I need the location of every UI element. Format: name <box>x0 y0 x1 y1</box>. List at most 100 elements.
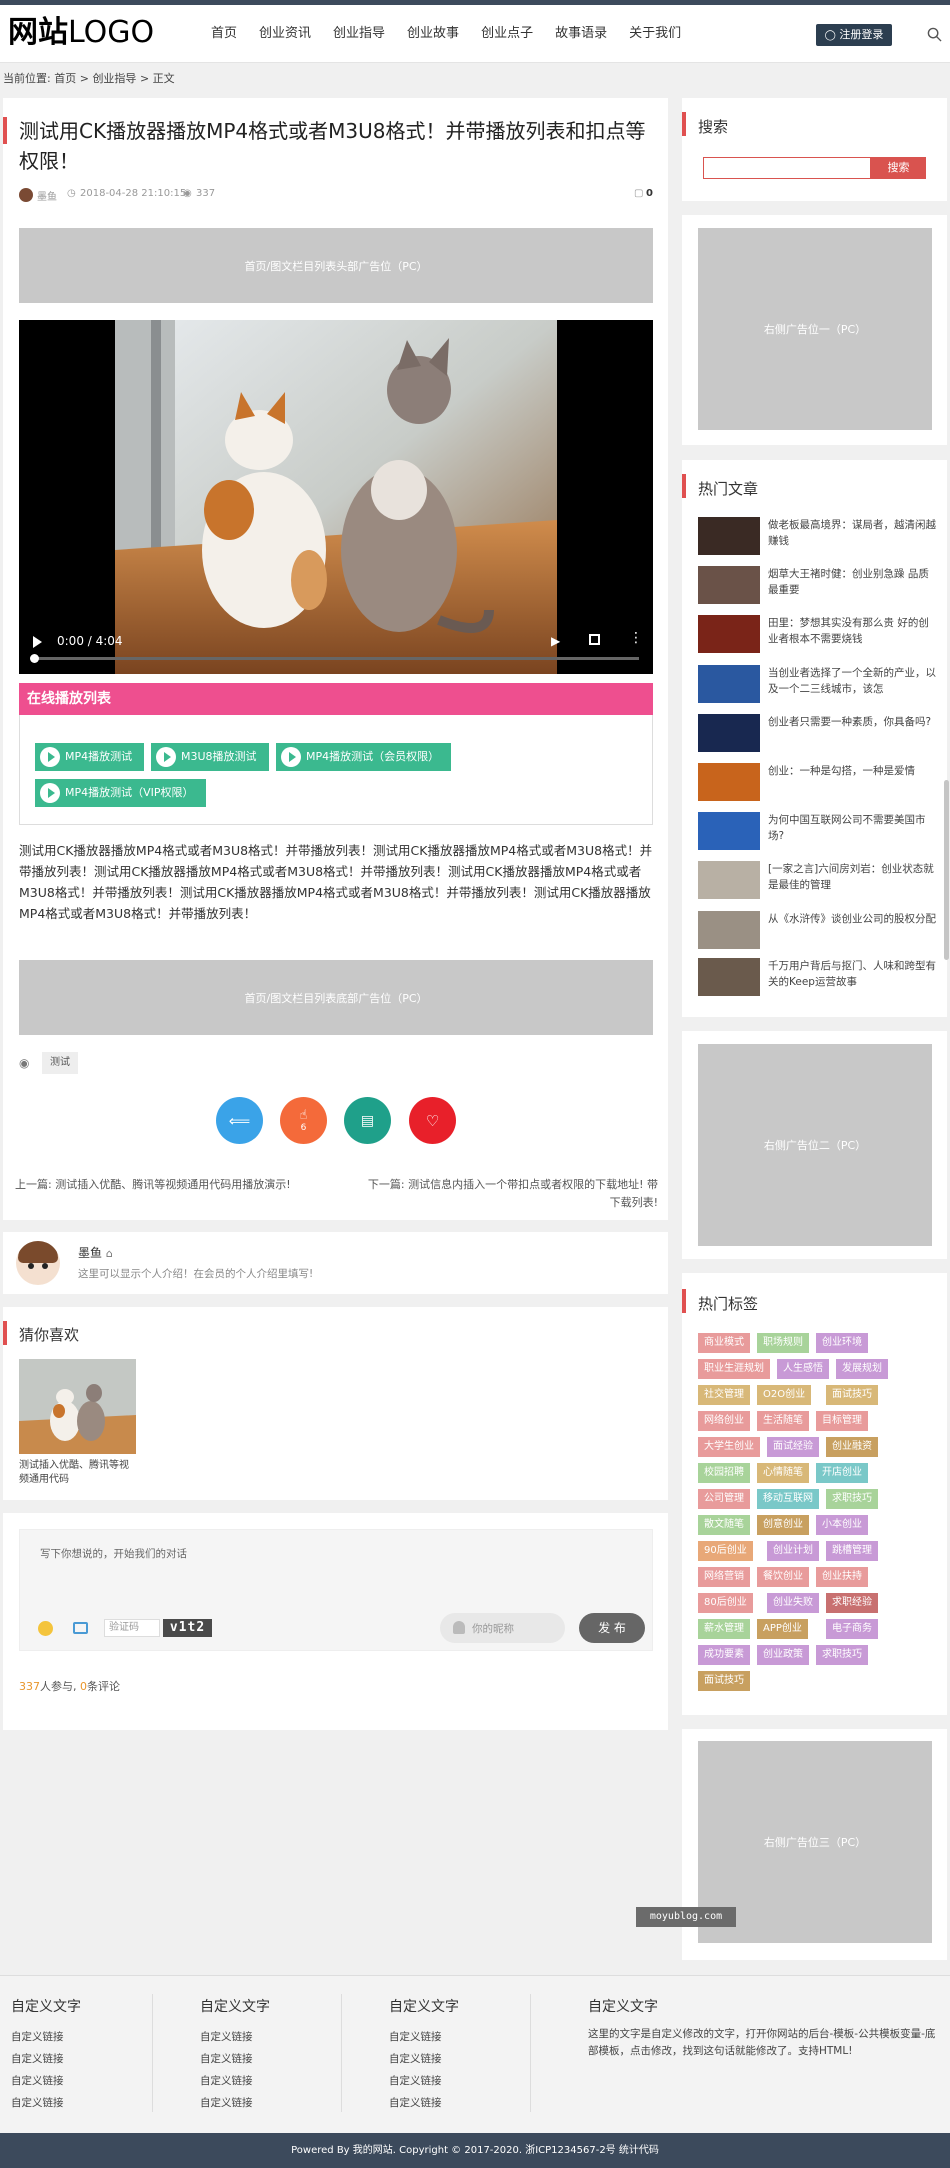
hot-article-title[interactable]: 当创业者选择了一个全新的产业，以及一个二三线城市，该怎 <box>768 665 938 697</box>
tag-link[interactable]: 校园招聘 <box>698 1463 750 1483</box>
footer-link[interactable]: 自定义链接 <box>200 2070 270 2092</box>
breadcrumb-home[interactable]: 首页 <box>54 72 76 85</box>
footer-link[interactable]: 自定义链接 <box>389 2026 459 2048</box>
page-scrollbar[interactable] <box>944 780 949 960</box>
tag-link[interactable]: 创业失败 <box>767 1593 819 1613</box>
tag-link[interactable]: 成功要素 <box>698 1645 750 1665</box>
tag-link[interactable]: 职业生涯规划 <box>698 1359 770 1379</box>
footer-link[interactable]: 自定义链接 <box>389 2070 459 2092</box>
tag-link[interactable]: 90后创业 <box>698 1541 753 1561</box>
nav-about[interactable]: 关于我们 <box>618 5 692 63</box>
tag-link[interactable]: 跳槽管理 <box>826 1541 878 1561</box>
register-login-button[interactable]: ◯ 注册登录 <box>816 24 892 46</box>
nav-home[interactable]: 首页 <box>200 5 248 63</box>
hot-article-item[interactable]: 创业者只需要一种素质，你具备吗? <box>698 714 938 754</box>
nav-quotes[interactable]: 故事语录 <box>544 5 618 63</box>
author-name[interactable]: 墨鱼 ⌂ <box>78 1244 113 1261</box>
tag-link[interactable]: 小本创业 <box>816 1515 868 1535</box>
hot-article-item[interactable]: 创业：一种是勾搭，一种是爱情 <box>698 763 938 803</box>
hot-article-item[interactable]: [一家之言]六间房刘岩：创业状态就是最佳的管理 <box>698 861 938 901</box>
hot-article-thumbnail[interactable] <box>698 763 760 801</box>
guess-thumbnail[interactable] <box>19 1359 136 1454</box>
hot-article-thumbnail[interactable] <box>698 665 760 703</box>
ad-bottom-banner[interactable]: 首页/图文栏目列表底部广告位（PC） <box>19 960 653 1035</box>
prev-article[interactable]: 上一篇: 测试插入优酷、腾讯等视频通用代码用播放演示! <box>15 1176 315 1194</box>
nickname-input[interactable]: 你的昵称 <box>440 1613 565 1643</box>
tag-link[interactable]: 80后创业 <box>698 1593 753 1613</box>
tag-link[interactable]: 目标管理 <box>816 1411 868 1431</box>
volume-icon[interactable]: ▶ <box>551 634 560 648</box>
hot-article-item[interactable]: 做老板最高境界：谋局者，越清闲越赚钱 <box>698 517 938 557</box>
hot-article-thumbnail[interactable] <box>698 861 760 899</box>
hot-article-title[interactable]: 创业：一种是勾搭，一种是爱情 <box>768 763 938 779</box>
video-progress-track[interactable] <box>33 657 639 660</box>
author-link[interactable]: 墨鱼 <box>37 188 57 203</box>
hot-article-thumbnail[interactable] <box>698 566 760 604</box>
footer-link[interactable]: 自定义链接 <box>11 2048 81 2070</box>
tag-link[interactable]: 电子商务 <box>826 1619 878 1639</box>
tag-link[interactable]: 心情随笔 <box>757 1463 809 1483</box>
tag-link[interactable]: 创业政策 <box>757 1645 809 1665</box>
nav-news[interactable]: 创业资讯 <box>248 5 322 63</box>
hot-article-item[interactable]: 烟草大王褚时健：创业别急躁 品质最重要 <box>698 566 938 606</box>
site-logo[interactable]: 网站LOGO <box>8 15 154 51</box>
tag-link[interactable]: 公司管理 <box>698 1489 750 1509</box>
guess-item-title[interactable]: 测试插入优酷、腾讯等视频通用代码 <box>19 1459 134 1487</box>
hot-article-thumbnail[interactable] <box>698 911 760 949</box>
tag-link[interactable]: 面试技巧 <box>826 1385 878 1405</box>
tag-link[interactable]: 餐饮创业 <box>757 1567 809 1587</box>
search-icon[interactable] <box>927 27 942 42</box>
nav-guide[interactable]: 创业指导 <box>322 5 396 63</box>
tag-link[interactable]: 大学生创业 <box>698 1437 760 1457</box>
hot-article-item[interactable]: 从《水浒传》谈创业公司的股权分配 <box>698 911 938 951</box>
author-avatar[interactable] <box>16 1241 60 1285</box>
play-icon[interactable] <box>33 636 42 648</box>
next-article[interactable]: 下一篇: 测试信息内插入一个带扣点或者权限的下载地址! 带下载列表! <box>358 1176 658 1212</box>
tag-link[interactable]: 求职技巧 <box>826 1489 878 1509</box>
hot-article-title[interactable]: 做老板最高境界：谋局者，越清闲越赚钱 <box>768 517 938 549</box>
hot-article-thumbnail[interactable] <box>698 714 760 752</box>
footer-link[interactable]: 自定义链接 <box>200 2048 270 2070</box>
emoji-icon[interactable] <box>38 1621 53 1636</box>
tag-link[interactable]: 发展规划 <box>836 1359 888 1379</box>
article-tag[interactable]: 测试 <box>42 1052 78 1074</box>
footer-link[interactable]: 自定义链接 <box>389 2092 459 2114</box>
playlist-item-member[interactable]: MP4播放测试（会员权限） <box>276 743 452 771</box>
breadcrumb-category[interactable]: 创业指导 <box>92 72 136 85</box>
tag-link[interactable]: 求职技巧 <box>816 1645 868 1665</box>
footer-link[interactable]: 自定义链接 <box>389 2048 459 2070</box>
hot-article-title[interactable]: 烟草大王褚时健：创业别急躁 品质最重要 <box>768 566 938 598</box>
hot-article-item[interactable]: 当创业者选择了一个全新的产业，以及一个二三线城市，该怎 <box>698 665 938 705</box>
tag-link[interactable]: 网络创业 <box>698 1411 750 1431</box>
sidebar-ad-2[interactable]: 右侧广告位二（PC） <box>698 1044 932 1246</box>
hot-article-thumbnail[interactable] <box>698 812 760 850</box>
sidebar-search-input[interactable] <box>703 157 871 179</box>
tag-link[interactable]: APP创业 <box>757 1619 808 1639</box>
tag-link[interactable]: 散文随笔 <box>698 1515 750 1535</box>
favorite-button[interactable]: ♡ <box>409 1097 456 1144</box>
footer-link[interactable]: 自定义链接 <box>11 2026 81 2048</box>
hot-article-title[interactable]: 创业者只需要一种素质，你具备吗? <box>768 714 938 730</box>
tag-link[interactable]: 生活随笔 <box>757 1411 809 1431</box>
footer-link[interactable]: 自定义链接 <box>11 2070 81 2092</box>
tag-link[interactable]: 创业计划 <box>767 1541 819 1561</box>
nav-ideas[interactable]: 创业点子 <box>470 5 544 63</box>
playlist-item-mp4[interactable]: MP4播放测试 <box>35 743 145 771</box>
like-button[interactable]: ☝ 6 <box>280 1097 327 1144</box>
tag-link[interactable]: 人生感悟 <box>777 1359 829 1379</box>
ad-top-banner[interactable]: 首页/图文栏目列表头部广告位（PC） <box>19 228 653 303</box>
hot-article-thumbnail[interactable] <box>698 517 760 555</box>
bookmark-button[interactable]: ▤ <box>344 1097 391 1144</box>
captcha-input[interactable]: 验证码 <box>104 1619 160 1637</box>
hot-article-title[interactable]: 从《水浒传》谈创业公司的股权分配 <box>768 911 938 927</box>
share-button[interactable]: ⟸ <box>216 1097 263 1144</box>
nav-stories[interactable]: 创业故事 <box>396 5 470 63</box>
footer-link[interactable]: 自定义链接 <box>200 2092 270 2114</box>
tag-link[interactable]: 创业扶持 <box>816 1567 868 1587</box>
sidebar-ad-1[interactable]: 右侧广告位一（PC） <box>698 228 932 430</box>
tag-link[interactable]: 职场规则 <box>757 1333 809 1353</box>
tag-link[interactable]: 网络营销 <box>698 1567 750 1587</box>
tag-link[interactable]: 薪水管理 <box>698 1619 750 1639</box>
playlist-item-vip[interactable]: MP4播放测试（VIP权限） <box>35 779 206 807</box>
tag-link[interactable]: 商业模式 <box>698 1333 750 1353</box>
